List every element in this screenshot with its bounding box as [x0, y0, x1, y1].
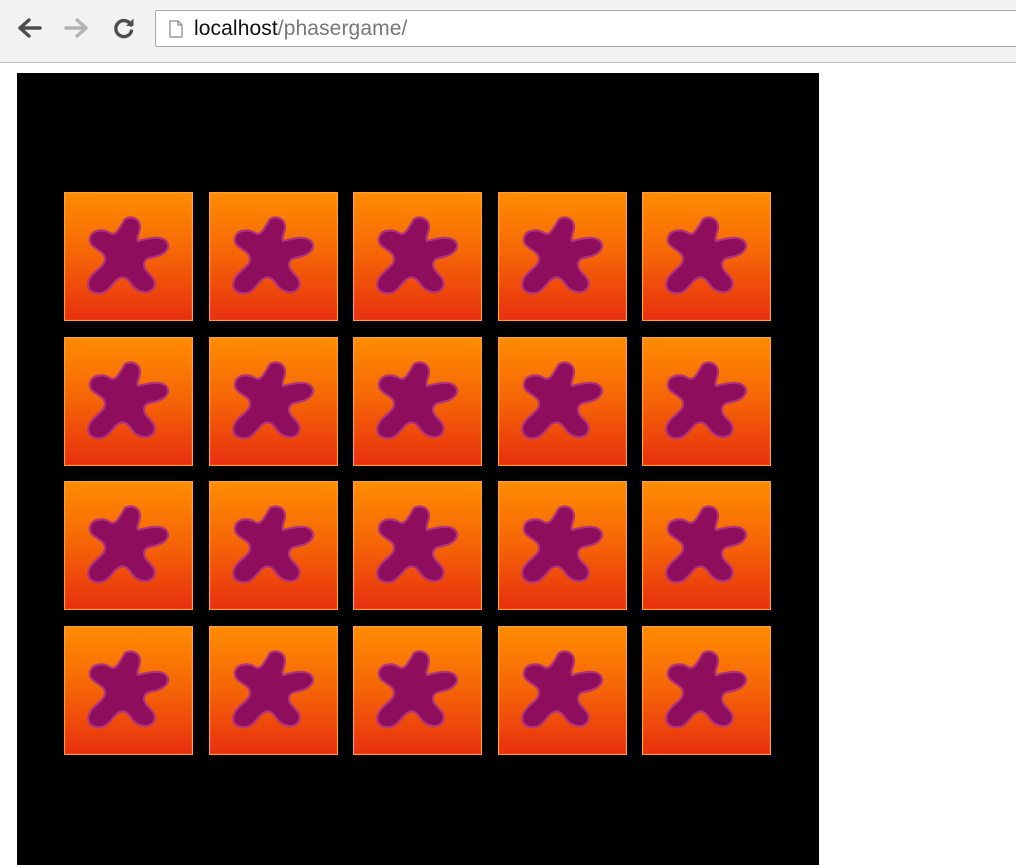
card-tile[interactable] [642, 336, 771, 466]
purple-splat-icon [665, 649, 748, 728]
purple-splat-icon [376, 649, 459, 728]
back-button[interactable] [16, 14, 44, 42]
purple-splat-icon [231, 216, 314, 295]
card-tile[interactable] [642, 625, 771, 755]
card-tile[interactable] [353, 625, 482, 755]
reload-icon [114, 18, 134, 39]
purple-splat-icon [665, 505, 748, 584]
url-path: /phasergame/ [277, 16, 408, 40]
purple-splat-icon [231, 505, 314, 584]
purple-splat-icon [520, 216, 603, 295]
card-tile[interactable] [208, 192, 338, 321]
card-tile[interactable] [353, 192, 482, 321]
url-text[interactable]: localhost/phasergame/ [194, 17, 407, 41]
purple-splat-icon [520, 649, 603, 728]
purple-splat-icon [87, 649, 170, 728]
card-tile[interactable] [353, 336, 482, 466]
purple-splat-icon [87, 360, 170, 439]
card-tile[interactable] [208, 336, 338, 466]
forward-button[interactable] [62, 14, 90, 42]
reload-button[interactable] [110, 14, 138, 42]
purple-splat-icon [87, 505, 170, 584]
game-canvas[interactable] [17, 73, 819, 865]
browser-toolbar: localhost/phasergame/ [0, 0, 1016, 63]
card-tile[interactable] [208, 481, 338, 610]
card-tile[interactable] [64, 625, 193, 755]
card-tile[interactable] [208, 625, 338, 755]
card-tile[interactable] [497, 625, 627, 755]
purple-splat-icon [520, 360, 603, 439]
back-arrow-icon [18, 18, 42, 38]
card-tile[interactable] [353, 481, 482, 610]
card-tile[interactable] [642, 192, 771, 321]
purple-splat-icon [376, 216, 459, 295]
card-tile[interactable] [642, 481, 771, 610]
page-icon [162, 11, 190, 46]
card-tile[interactable] [497, 336, 627, 466]
purple-splat-icon [665, 216, 748, 295]
purple-splat-icon [665, 360, 748, 439]
purple-splat-icon [376, 360, 459, 439]
purple-splat-icon [376, 505, 459, 584]
card-tile[interactable] [497, 192, 627, 321]
purple-splat-icon [231, 360, 314, 439]
card-tile[interactable] [64, 336, 193, 466]
purple-splat-icon [520, 505, 603, 584]
forward-arrow-icon [64, 18, 88, 38]
card-tile[interactable] [64, 192, 193, 321]
card-tile[interactable] [497, 481, 627, 610]
purple-splat-icon [87, 216, 170, 295]
card-tile[interactable] [64, 481, 193, 610]
purple-splat-icon [231, 649, 314, 728]
address-bar[interactable]: localhost/phasergame/ [155, 10, 1016, 47]
url-host: localhost [194, 16, 278, 40]
